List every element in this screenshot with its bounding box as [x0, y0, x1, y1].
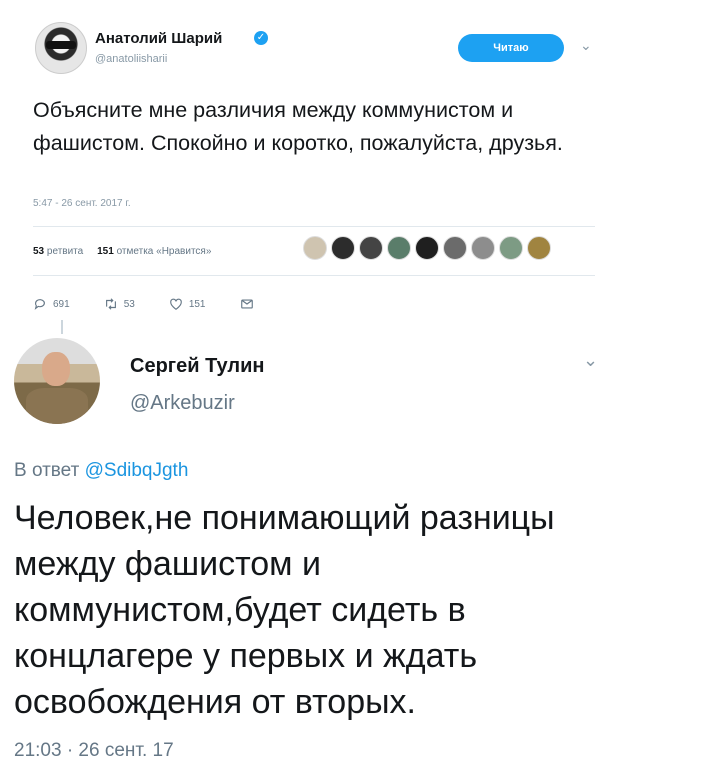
reply-author-handle[interactable]: @Arkebuzir [130, 392, 235, 415]
reply-text: Человек,не понимающий разницы между фаши… [14, 499, 555, 721]
chevron-down-icon[interactable]: ⌄ [583, 350, 598, 371]
divider [33, 226, 595, 227]
like-action[interactable]: 151 [169, 297, 206, 311]
liker-avatar[interactable] [331, 236, 355, 260]
retweets-label: ретвита [46, 246, 84, 257]
author-avatar[interactable] [35, 22, 87, 74]
avatar-glasses-graphic [46, 41, 76, 49]
verified-icon: ✓ [254, 31, 268, 45]
reply-author-name[interactable]: Сергей Тулин [130, 355, 264, 378]
retweet-icon [105, 298, 116, 310]
reply-prefix: В ответ [14, 460, 80, 481]
liker-avatar[interactable] [359, 236, 383, 260]
retweet-count: 53 [123, 298, 135, 310]
reply-author-avatar[interactable] [14, 338, 100, 424]
tweet-text: Объясните мне различия между коммунистом… [33, 98, 563, 155]
like-count: 151 [188, 298, 206, 310]
reply-count: 691 [53, 298, 70, 310]
heart-icon [169, 298, 182, 310]
engagement-stats[interactable]: 53 ретвита 151 отметка «Нравится» [33, 246, 211, 257]
message-action[interactable] [240, 297, 254, 311]
liker-avatar[interactable] [443, 236, 467, 260]
retweets-count: 53 [33, 246, 45, 257]
liker-avatar[interactable] [527, 236, 551, 260]
liker-avatar[interactable] [387, 236, 411, 260]
author-name[interactable]: Анатолий Шарий [95, 30, 222, 47]
avatar-body-graphic [26, 388, 88, 424]
following-button[interactable]: Читаю [458, 34, 564, 62]
reply-context: В ответ @SdibqJgth [14, 460, 188, 482]
likes-label: отметка «Нравится» [116, 246, 212, 257]
reply-icon [34, 299, 45, 310]
reply-action[interactable]: 691 [33, 297, 70, 311]
divider [33, 275, 595, 276]
liker-avatars[interactable] [303, 236, 551, 260]
liker-avatar[interactable] [499, 236, 523, 260]
thread-connector [61, 320, 63, 334]
tweet-actions: 691 53 151 [33, 297, 288, 311]
avatar-face-graphic [42, 352, 70, 386]
liker-avatar[interactable] [303, 236, 327, 260]
reply-mention-link[interactable]: @SdibqJgth [85, 460, 189, 481]
retweet-action[interactable]: 53 [104, 297, 135, 311]
author-handle[interactable]: @anatoliisharii [95, 53, 167, 65]
chevron-down-icon[interactable]: ⌄ [580, 37, 592, 54]
reply-timestamp[interactable]: 21:03 · 26 сент. 17 [14, 740, 174, 762]
tweet-timestamp[interactable]: 5:47 - 26 сент. 2017 г. [33, 198, 131, 209]
liker-avatar[interactable] [415, 236, 439, 260]
liker-avatar[interactable] [471, 236, 495, 260]
message-icon [240, 299, 253, 309]
likes-count: 151 [97, 246, 114, 257]
